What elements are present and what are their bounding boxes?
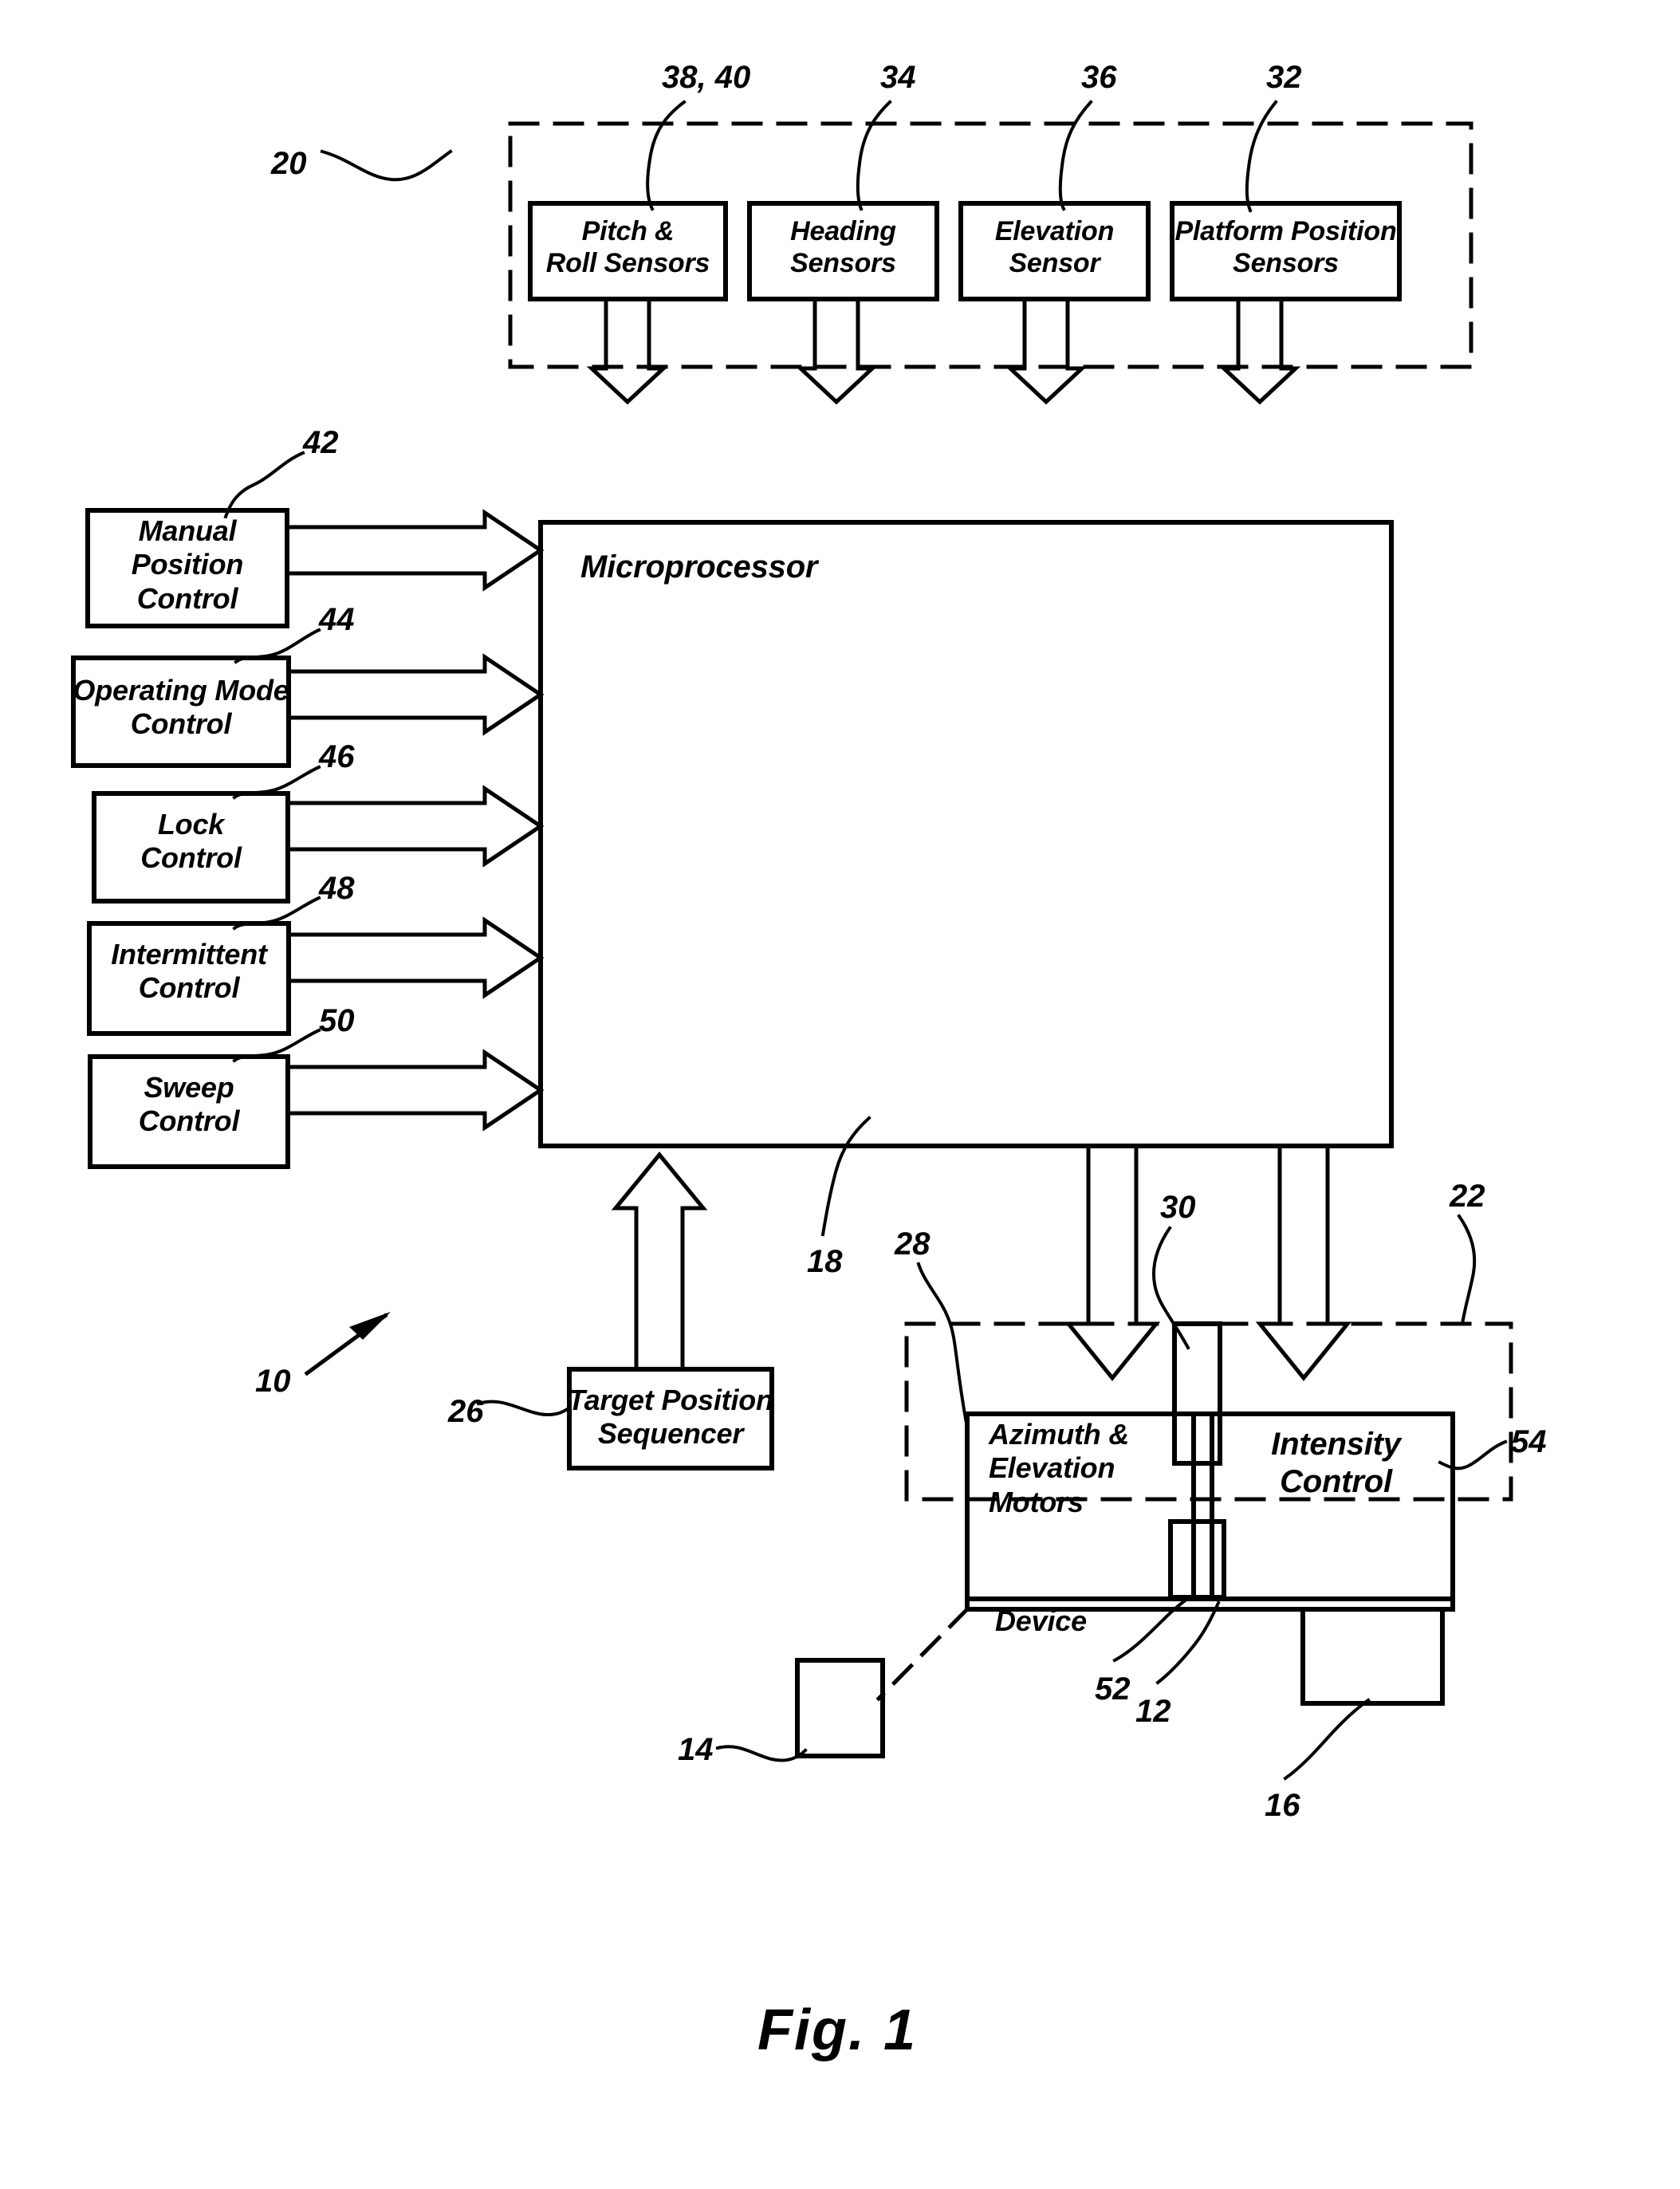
ref-14: 14 (678, 1732, 714, 1767)
ref-20: 20 (271, 146, 307, 181)
ref-44: 44 (319, 602, 355, 637)
platform-position-sensors-label: Platform Position Sensors (1174, 216, 1397, 279)
heading-sensors-label: Heading Sensors (790, 216, 896, 279)
block-arrow-manual-position-to-processor (285, 509, 545, 592)
block-arrow-processor-to-motors (1064, 1144, 1161, 1381)
operating-mode-control-label: Operating Mode Control (73, 674, 289, 741)
leader-30 (1152, 1226, 1190, 1350)
leader-54 (1438, 1439, 1508, 1470)
leader-20 (320, 149, 453, 182)
block-arrow-platform-to-processor (1218, 297, 1301, 405)
device-base-box (1300, 1607, 1445, 1706)
ref-54: 54 (1511, 1424, 1547, 1459)
device-label: Device (995, 1604, 1087, 1637)
ref-50: 50 (319, 1003, 355, 1038)
beam-dashed-line (875, 1606, 970, 1702)
manual-position-control-label: Manual Position Control (131, 514, 244, 615)
leader-28 (916, 1262, 970, 1430)
block-arrow-intermittent-to-processor (286, 916, 545, 999)
ref-12: 12 (1135, 1694, 1171, 1729)
block-arrow-heading-to-processor (795, 297, 878, 405)
intensity-control-label: Intensity Control (1271, 1427, 1401, 1500)
block-arrow-sweep-to-processor (285, 1049, 545, 1132)
leader-34 (856, 100, 892, 211)
block-arrow-pitch-roll-to-processor (586, 297, 669, 405)
lock-control-label: Lock Control (140, 808, 242, 875)
leader-16 (1283, 1698, 1371, 1781)
elevation-sensor-label: Elevation Sensor (994, 216, 1115, 279)
ref-32: 32 (1266, 60, 1302, 95)
microprocessor-label: Microprocessor (580, 549, 818, 585)
leader-18 (820, 1116, 871, 1237)
ref-38-40: 38, 40 (662, 60, 751, 95)
ref-52: 52 (1095, 1671, 1131, 1707)
ref-16: 16 (1265, 1788, 1300, 1823)
ref-34: 34 (880, 60, 916, 95)
ref-18: 18 (807, 1244, 843, 1279)
block-arrow-processor-to-intensity (1255, 1144, 1352, 1381)
leader-42 (223, 451, 305, 519)
ref-26: 26 (448, 1394, 484, 1429)
target-position-sequencer-label: Target Position Sequencer (568, 1384, 773, 1451)
leader-38-40 (646, 100, 687, 211)
leader-32 (1245, 100, 1278, 213)
block-arrow-sequencer-to-processor (611, 1152, 708, 1372)
intermittent-control-label: Intermittent Control (111, 938, 267, 1005)
ref-28: 28 (895, 1226, 930, 1262)
target-box (795, 1658, 885, 1758)
ref-46: 46 (319, 739, 355, 774)
leader-14 (715, 1745, 808, 1762)
ref-22: 22 (1450, 1179, 1485, 1214)
microprocessor-box (538, 520, 1394, 1148)
block-arrow-elevation-to-processor (1005, 297, 1088, 405)
ref-48: 48 (319, 871, 355, 906)
ref-30: 30 (1160, 1190, 1196, 1225)
figure-caption: Fig. 1 (757, 1998, 918, 2062)
leader-26 (476, 1400, 572, 1416)
block-arrow-lock-to-processor (285, 785, 545, 868)
ref-36: 36 (1081, 60, 1117, 95)
ref-10: 10 (255, 1364, 291, 1399)
ref-42: 42 (303, 425, 339, 460)
sweep-control-label: Sweep Control (138, 1071, 240, 1138)
block-arrow-operating-mode-to-processor (286, 653, 545, 736)
azimuth-elevation-motors-label: Azimuth & Elevation Motors (989, 1418, 1130, 1518)
beam-aperture-box (1168, 1519, 1226, 1600)
pitch-roll-sensors-label: Pitch & Roll Sensors (545, 216, 710, 279)
leader-22 (1457, 1214, 1477, 1326)
leader-36 (1058, 100, 1093, 211)
patent-figure-page: Pitch & Roll Sensors Heading Sensors Ele… (0, 0, 1680, 2189)
